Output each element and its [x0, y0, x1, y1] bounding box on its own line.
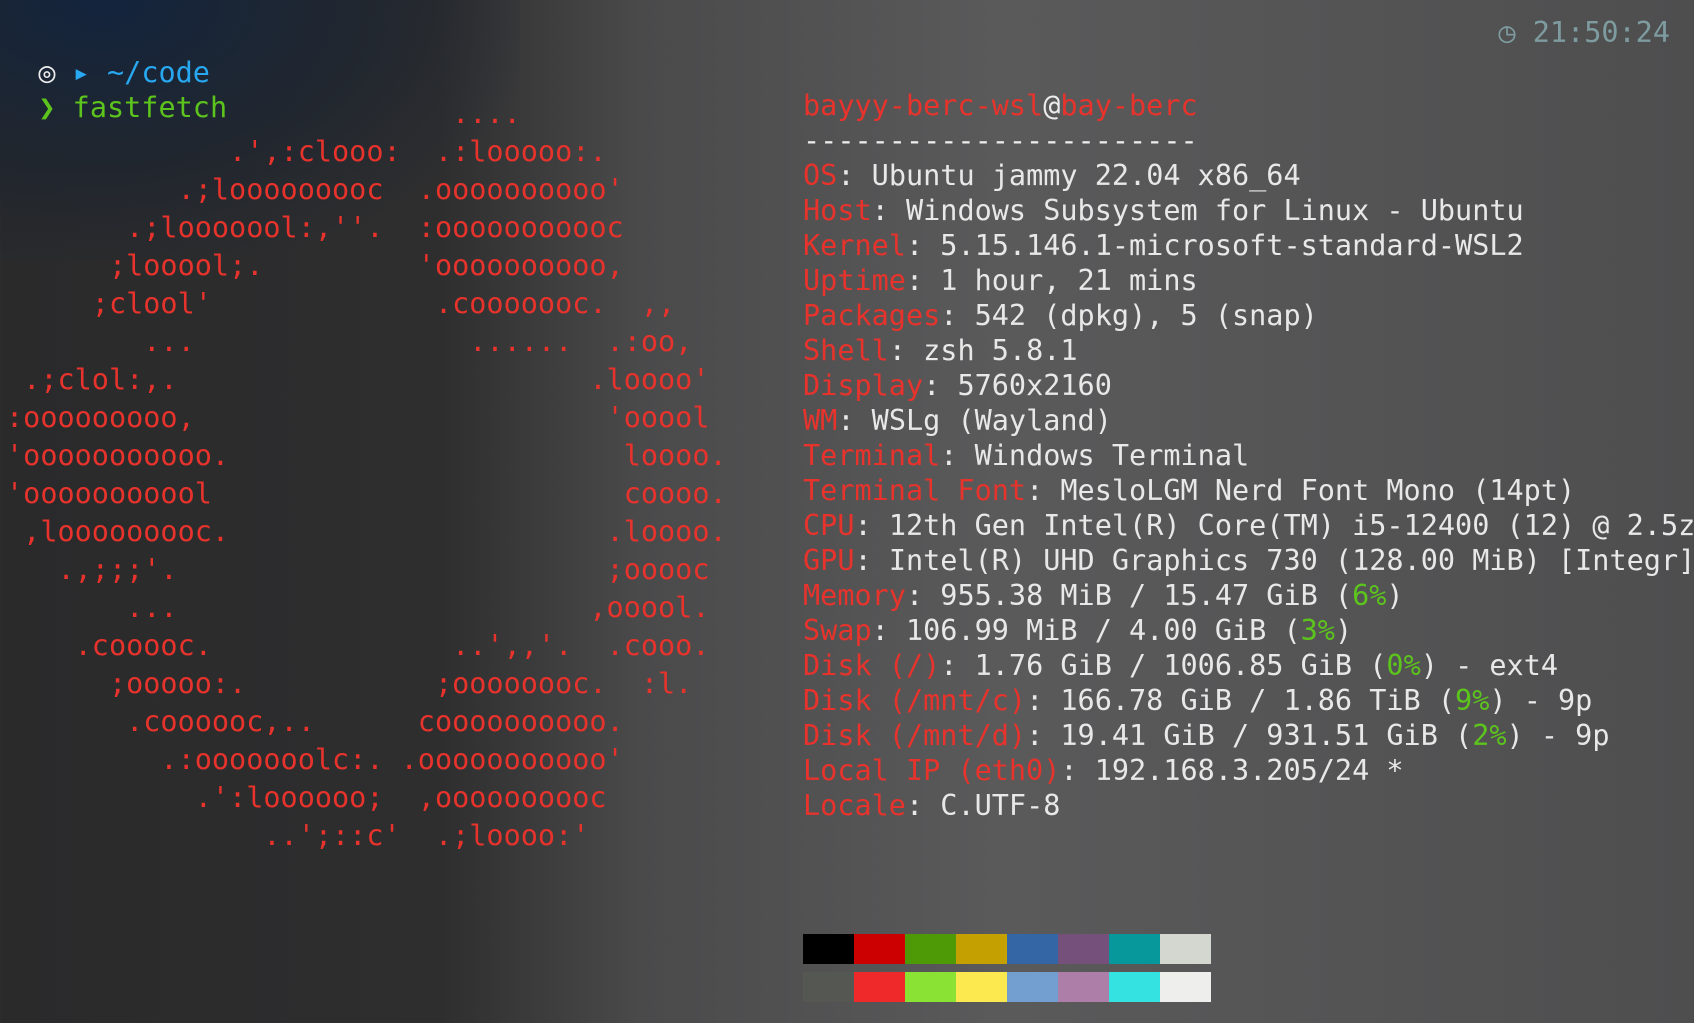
- info-key: Display: [803, 369, 924, 402]
- info-value: 5760x2160: [957, 369, 1112, 402]
- info-packages: Packages: 542 (dpkg), 5 (snap): [803, 299, 1318, 332]
- info-key: Terminal Font: [803, 474, 1027, 507]
- info-host: Host: Windows Subsystem for Linux - Ubun…: [803, 194, 1524, 227]
- info-value: zsh 5.8.1: [923, 334, 1078, 367]
- info-kernel: Kernel: 5.15.146.1-microsoft-standard-WS…: [803, 229, 1524, 262]
- info-value: 955.38 MiB / 15.47 GiB (: [940, 579, 1353, 612]
- info-value: 19.41 GiB / 931.51 GiB (: [1060, 719, 1473, 752]
- color-swatch: [1160, 934, 1211, 964]
- color-swatch: [1007, 972, 1058, 1002]
- info-os: OS: Ubuntu jammy 22.04 x86_64: [803, 159, 1301, 192]
- color-swatch: [956, 972, 1007, 1002]
- hostname: bay-berc: [1060, 89, 1198, 122]
- info-disk-c: Disk (/mnt/c): 166.78 GiB / 1.86 TiB (9%…: [803, 684, 1593, 717]
- color-palette-bright: [803, 972, 1211, 1002]
- color-swatch: [1109, 972, 1160, 1002]
- info-cpu: CPU: 12th Gen Intel(R) Core(TM) i5-12400…: [803, 509, 1694, 542]
- info-key: Memory: [803, 579, 906, 612]
- info-memory: Memory: 955.38 MiB / 15.47 GiB (6%): [803, 579, 1404, 612]
- info-key: Shell: [803, 334, 889, 367]
- info-uptime: Uptime: 1 hour, 21 mins: [803, 264, 1198, 297]
- info-terminal: Terminal: Windows Terminal: [803, 439, 1250, 472]
- info-wm: WM: WSLg (Wayland): [803, 404, 1112, 437]
- usage-percent: 2%: [1472, 719, 1507, 752]
- info-value: 1.76 GiB / 1006.85 GiB (: [974, 649, 1387, 682]
- info-disk-root: Disk (/): 1.76 GiB / 1006.85 GiB (0%) - …: [803, 649, 1559, 682]
- info-key: Terminal: [803, 439, 941, 472]
- usage-percent: 0%: [1386, 649, 1421, 682]
- info-key: Disk (/mnt/c): [803, 684, 1027, 717]
- color-swatch: [905, 972, 956, 1002]
- color-swatch: [905, 934, 956, 964]
- usage-percent: 3%: [1300, 614, 1335, 647]
- info-value: 542 (dpkg), 5 (snap): [974, 299, 1318, 332]
- info-value: 166.78 GiB / 1.86 TiB (: [1060, 684, 1456, 717]
- info-display: Display: 5760x2160: [803, 369, 1112, 402]
- color-swatch: [956, 934, 1007, 964]
- info-value: Windows Subsystem for Linux - Ubuntu: [905, 194, 1524, 227]
- info-key: Swap: [803, 614, 872, 647]
- usage-percent: 9%: [1455, 684, 1490, 717]
- user-host-line: bayyy-berc-wsl@bay-berc: [803, 87, 1198, 125]
- info-key: OS: [803, 159, 838, 192]
- info-key: CPU: [803, 509, 855, 542]
- info-value: 5.15.146.1-microsoft-standard-WSL2: [940, 229, 1524, 262]
- clock-icon: ◷: [1498, 16, 1516, 49]
- ubuntu-ascii-logo: .... .',:clooo: .:looooo:. .;looooooooc …: [6, 97, 727, 852]
- info-value: 192.168.3.205/24 *: [1094, 754, 1404, 787]
- info-local-ip: Local IP (eth0): 192.168.3.205/24 *: [803, 754, 1404, 787]
- info-key: Disk (/mnt/d): [803, 719, 1027, 752]
- info-value: Windows Terminal: [974, 439, 1250, 472]
- usage-percent: 6%: [1352, 579, 1387, 612]
- color-palette-normal: [803, 934, 1211, 964]
- info-terminal-font: Terminal Font: MesloLGM Nerd Font Mono (…: [803, 474, 1576, 507]
- info-key: Kernel: [803, 229, 906, 262]
- info-value: Intel(R) UHD Graphics 730 (128.00 MiB) […: [888, 544, 1694, 577]
- header-separator: -----------------------: [803, 124, 1198, 157]
- clock-time: 21:50:24: [1532, 16, 1670, 49]
- info-key: Host: [803, 194, 872, 227]
- info-key: Disk (/): [803, 649, 941, 682]
- color-swatch: [1007, 934, 1058, 964]
- color-swatch: [854, 972, 905, 1002]
- info-key: Local IP (eth0): [803, 754, 1061, 787]
- info-key: Uptime: [803, 264, 906, 297]
- color-swatch: [1109, 934, 1160, 964]
- info-key: Locale: [803, 789, 906, 822]
- info-value: 12th Gen Intel(R) Core(TM) i5-12400 (12)…: [888, 509, 1694, 542]
- color-swatch: [1058, 972, 1109, 1002]
- info-swap: Swap: 106.99 MiB / 4.00 GiB (3%): [803, 614, 1353, 647]
- color-swatch: [1058, 934, 1109, 964]
- info-value: C.UTF-8: [940, 789, 1061, 822]
- color-swatch: [1160, 972, 1211, 1002]
- info-disk-d: Disk (/mnt/d): 19.41 GiB / 931.51 GiB (2…: [803, 719, 1610, 752]
- info-locale: Locale: C.UTF-8: [803, 789, 1061, 822]
- color-swatch: [803, 972, 854, 1002]
- info-value: WSLg (Wayland): [871, 404, 1112, 437]
- info-value: 1 hour, 21 mins: [940, 264, 1198, 297]
- info-value: MesloLGM Nerd Font Mono (14pt): [1060, 474, 1576, 507]
- info-gpu: GPU: Intel(R) UHD Graphics 730 (128.00 M…: [803, 544, 1694, 577]
- info-value: Ubuntu jammy 22.04 x86_64: [871, 159, 1301, 192]
- at-sign: @: [1043, 89, 1061, 122]
- info-key: WM: [803, 404, 838, 437]
- info-shell: Shell: zsh 5.8.1: [803, 334, 1078, 367]
- color-swatch: [854, 934, 905, 964]
- info-value: 106.99 MiB / 4.00 GiB (: [905, 614, 1301, 647]
- username: bayyy-berc-wsl: [803, 89, 1044, 122]
- info-key: GPU: [803, 544, 855, 577]
- info-key: Packages: [803, 299, 941, 332]
- prompt-clock: ◷ 21:50:24: [1498, 16, 1670, 49]
- color-swatch: [803, 934, 854, 964]
